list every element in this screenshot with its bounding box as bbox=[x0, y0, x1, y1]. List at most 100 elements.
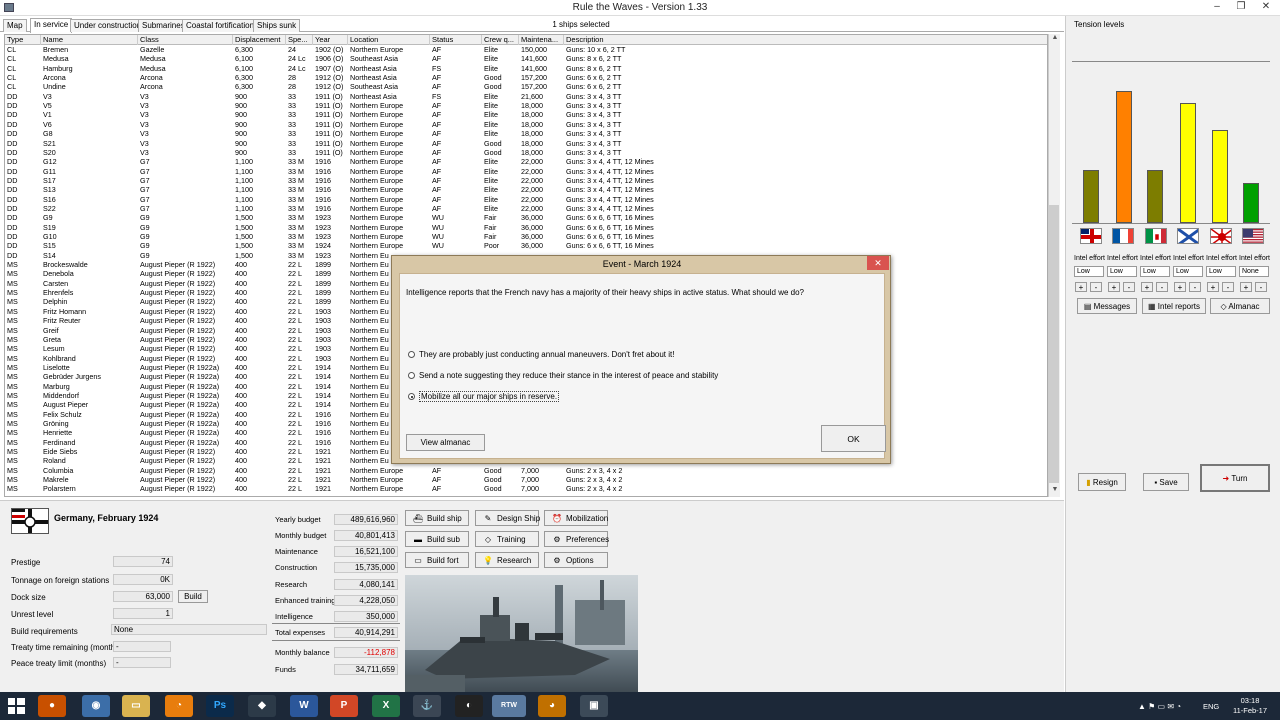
folder-icon[interactable]: ▭ bbox=[122, 695, 150, 717]
tab-under-construction[interactable]: Under construction bbox=[70, 19, 146, 32]
table-row[interactable]: CL Undine Arcona 6,300 28 1912 (O) Southeast A… bbox=[5, 82, 1047, 91]
table-row[interactable]: CL Arcona Arcona 6,300 28 1912 (O) Northeast A… bbox=[5, 73, 1047, 82]
language-indicator[interactable]: ENG bbox=[1203, 702, 1219, 711]
blender-icon[interactable]: ◔ bbox=[165, 695, 193, 717]
table-row[interactable]: DD G10 G9 1,500 33 M 1923 Northern Europe WU Fai… bbox=[5, 232, 1047, 241]
option-ignore[interactable]: They are probably just conducting annual… bbox=[408, 348, 674, 361]
view-almanac-button[interactable]: View almanac bbox=[406, 434, 485, 451]
scroll-up-icon[interactable]: ▲ bbox=[1049, 34, 1061, 45]
table-row[interactable]: CL Hamburg Medusa 6,100 24 Lc 1907 (O) Northea… bbox=[5, 64, 1047, 73]
column-header[interactable]: Year bbox=[313, 35, 348, 45]
intel-reports-button[interactable]: ▦ Intel reports bbox=[1142, 298, 1206, 314]
intel-effort-value[interactable]: Low bbox=[1140, 266, 1170, 277]
command-button-mobilization[interactable]: ⏰ Mobilization bbox=[544, 510, 608, 526]
column-header[interactable]: Location bbox=[348, 35, 430, 45]
intel-minus-button[interactable]: - bbox=[1255, 282, 1267, 292]
table-row[interactable]: DD G11 G7 1,100 33 M 1916 Northern Europe AF Eli… bbox=[5, 167, 1047, 176]
intel-minus-button[interactable]: - bbox=[1090, 282, 1102, 292]
game-icon[interactable]: ◆ bbox=[248, 695, 276, 717]
table-row[interactable]: CL Medusa Medusa 6,100 24 Lc 1906 (O) Southeas… bbox=[5, 54, 1047, 63]
table-row[interactable]: DD S20 V3 900 33 1911 (O) Northern Europe AF Goo… bbox=[5, 148, 1047, 157]
column-header[interactable]: Class bbox=[138, 35, 233, 45]
table-row[interactable]: MS Makrele August Pieper (R 1922) 400 22 L 19… bbox=[5, 475, 1047, 484]
tray-icons[interactable]: ▲ ⚑ ▭ ✉ ◔ bbox=[1138, 702, 1181, 711]
word-icon[interactable]: W bbox=[290, 695, 318, 717]
table-row[interactable]: DD S13 G7 1,100 33 M 1916 Northern Europe AF Eli… bbox=[5, 185, 1047, 194]
column-header[interactable]: Displacement bbox=[233, 35, 286, 45]
radio-icon[interactable] bbox=[408, 351, 415, 359]
intel-plus-button[interactable]: + bbox=[1141, 282, 1153, 292]
table-row[interactable]: DD V3 V3 900 33 1911 (O) Northeast Asia FS Elite… bbox=[5, 92, 1047, 101]
table-row[interactable]: DD S17 G7 1,100 33 M 1916 Northern Europe AF Eli… bbox=[5, 176, 1047, 185]
command-button-build-fort[interactable]: ▭ Build fort bbox=[405, 552, 469, 568]
excel-icon[interactable]: X bbox=[372, 695, 400, 717]
app-icon-4[interactable]: ◕ bbox=[538, 695, 566, 717]
ok-button[interactable]: OK bbox=[821, 425, 886, 452]
windows-start-icon[interactable] bbox=[8, 698, 25, 714]
column-header[interactable]: Maintena... bbox=[519, 35, 564, 45]
column-header[interactable]: Status bbox=[430, 35, 482, 45]
save-button[interactable]: ▪ Save bbox=[1143, 473, 1189, 491]
app-icon-3[interactable]: ◐ bbox=[455, 695, 483, 717]
tab-coastal-fortifications[interactable]: Coastal fortifications bbox=[182, 19, 263, 32]
table-row[interactable]: DD G9 G9 1,500 33 M 1923 Northern Europe WU Fair… bbox=[5, 213, 1047, 222]
minimize-button[interactable]: – bbox=[1206, 0, 1228, 15]
table-row[interactable]: DD V1 V3 900 33 1911 (O) Northern Europe AF Elit… bbox=[5, 110, 1047, 119]
dialog-close-button[interactable]: ✕ bbox=[867, 256, 889, 270]
intel-effort-value[interactable]: Low bbox=[1074, 266, 1104, 277]
table-row[interactable]: DD V6 V3 900 33 1911 (O) Northern Europe AF Elit… bbox=[5, 120, 1047, 129]
rtw-icon[interactable]: RTW bbox=[492, 695, 526, 717]
tab-ships-sunk[interactable]: Ships sunk bbox=[253, 19, 301, 32]
app-icon-2[interactable]: ◉ bbox=[82, 695, 110, 717]
scrollbar-thumb[interactable] bbox=[1049, 205, 1059, 483]
turn-button[interactable]: ➜ Turn bbox=[1200, 464, 1270, 492]
table-row[interactable]: DD S19 G9 1,500 33 M 1923 Northern Europe WU Fai… bbox=[5, 223, 1047, 232]
intel-effort-value[interactable]: None bbox=[1239, 266, 1269, 277]
command-button-research[interactable]: 💡 Research bbox=[475, 552, 539, 568]
command-button-training[interactable]: ◇ Training bbox=[475, 531, 539, 547]
almanac-button[interactable]: ◇ Almanac bbox=[1210, 298, 1270, 314]
table-row[interactable]: DD S21 V3 900 33 1911 (O) Northern Europe AF Goo… bbox=[5, 139, 1047, 148]
intel-minus-button[interactable]: - bbox=[1123, 282, 1135, 292]
table-row[interactable]: DD V5 V3 900 33 1911 (O) Northern Europe AF Elit… bbox=[5, 101, 1047, 110]
column-header[interactable]: Spe... bbox=[286, 35, 313, 45]
column-header[interactable]: Crew q... bbox=[482, 35, 519, 45]
command-button-design-ship[interactable]: ✎ Design Ship bbox=[475, 510, 540, 526]
messages-button[interactable]: ▤ Messages bbox=[1077, 298, 1137, 314]
column-header[interactable]: Description bbox=[564, 35, 1047, 45]
table-row[interactable]: CL Bremen Gazelle 6,300 24 1902 (O) Northern E… bbox=[5, 45, 1047, 54]
resign-button[interactable]: ▮ Resign bbox=[1078, 473, 1126, 491]
clock[interactable]: 03:18 11-Feb-17 bbox=[1225, 696, 1275, 716]
dock-build-button[interactable]: Build bbox=[178, 590, 208, 603]
restore-button[interactable]: ❐ bbox=[1230, 0, 1252, 15]
intel-minus-button[interactable]: - bbox=[1156, 282, 1168, 292]
intel-effort-value[interactable]: Low bbox=[1107, 266, 1137, 277]
intel-plus-button[interactable]: + bbox=[1207, 282, 1219, 292]
close-button[interactable]: ✕ bbox=[1255, 0, 1277, 15]
firefox-icon[interactable]: ● bbox=[38, 695, 66, 717]
command-button-preferences[interactable]: ⚙ Preferences bbox=[544, 531, 609, 547]
radio-selected-icon[interactable] bbox=[408, 393, 415, 401]
tab-in-service[interactable]: In service bbox=[30, 18, 73, 33]
table-row[interactable]: MS Polarstern August Pieper (R 1922) 400 22 … bbox=[5, 484, 1047, 493]
table-row[interactable]: MS Columbia August Pieper (R 1922) 400 22 L 1… bbox=[5, 466, 1047, 475]
tab-map[interactable]: Map bbox=[3, 19, 27, 32]
intel-plus-button[interactable]: + bbox=[1108, 282, 1120, 292]
table-row[interactable]: DD S22 G7 1,100 33 M 1916 Northern Europe AF Eli… bbox=[5, 204, 1047, 213]
intel-plus-button[interactable]: + bbox=[1174, 282, 1186, 292]
radio-icon[interactable] bbox=[408, 372, 415, 380]
intel-minus-button[interactable]: - bbox=[1189, 282, 1201, 292]
command-button-build-ship[interactable]: ⛴ Build ship bbox=[405, 510, 469, 526]
table-row[interactable]: DD S15 G9 1,500 33 M 1924 Northern Europe WU Poo… bbox=[5, 241, 1047, 250]
powerpoint-icon[interactable]: P bbox=[330, 695, 358, 717]
command-button-build-sub[interactable]: ▬ Build sub bbox=[405, 531, 469, 547]
anchor-icon[interactable]: ⚓ bbox=[413, 695, 441, 717]
intel-plus-button[interactable]: + bbox=[1240, 282, 1252, 292]
intel-effort-value[interactable]: Low bbox=[1173, 266, 1203, 277]
option-send-note[interactable]: Send a note suggesting they reduce their… bbox=[408, 369, 718, 382]
intel-effort-value[interactable]: Low bbox=[1206, 266, 1236, 277]
table-row[interactable]: DD G12 G7 1,100 33 M 1916 Northern Europe AF Eli… bbox=[5, 157, 1047, 166]
option-mobilize[interactable]: Mobilize all our major ships in reserve. bbox=[408, 390, 560, 403]
command-button-options[interactable]: ⚙ Options bbox=[544, 552, 608, 568]
table-row[interactable]: DD S16 G7 1,100 33 M 1916 Northern Europe AF Eli… bbox=[5, 195, 1047, 204]
